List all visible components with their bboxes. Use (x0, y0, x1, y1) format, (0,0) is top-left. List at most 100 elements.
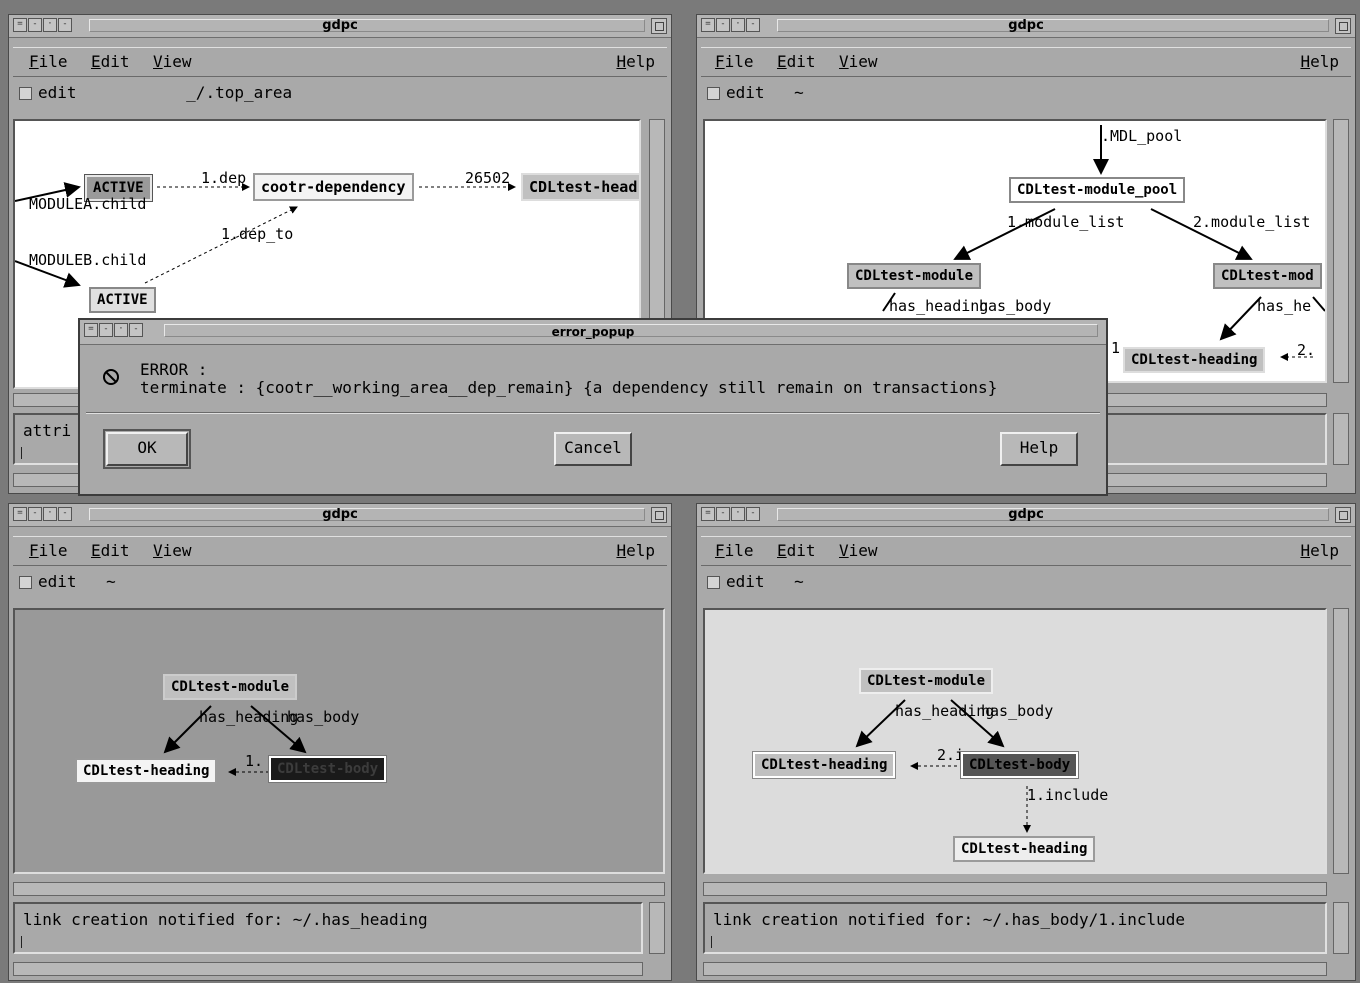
menu-help[interactable]: Help (616, 52, 655, 71)
graph-canvas[interactable]: CDLtest-module has_heading has_body CDLt… (13, 608, 665, 874)
help-button[interactable]: Help (1000, 432, 1078, 466)
menu-view[interactable]: View (153, 541, 192, 560)
dialog-title-bar[interactable]: = - · - error_popup (80, 320, 1106, 345)
vertical-scrollbar[interactable] (1333, 608, 1349, 874)
message-vertical-scrollbar[interactable] (1333, 902, 1349, 954)
message-vertical-scrollbar[interactable] (649, 902, 665, 954)
window-title: gdpc (322, 507, 358, 522)
window-title: gdpc (322, 18, 358, 33)
menu-bar: File Edit View Help (701, 47, 1351, 77)
title-bar[interactable]: = - · - gdpc (9, 504, 671, 527)
edit-label: edit (38, 572, 77, 591)
menu-bar: File Edit View Help (13, 47, 667, 77)
edit-row: edit ~ (707, 83, 804, 105)
menu-help[interactable]: Help (1300, 541, 1339, 560)
node-cdltest-body[interactable]: CDLtest-body (267, 755, 388, 783)
edit-checkbox[interactable] (707, 87, 720, 100)
message-scrollbar[interactable] (13, 962, 643, 976)
menu-edit[interactable]: Edit (777, 541, 816, 560)
error-heading: ERROR : (140, 360, 208, 379)
node-cdltest-module[interactable]: CDLtest-module (163, 674, 298, 700)
edge-label-has-heading: has_heading (895, 702, 995, 720)
horizontal-scrollbar[interactable] (703, 882, 1327, 896)
edit-checkbox[interactable] (19, 87, 32, 100)
menu-file[interactable]: File (29, 52, 68, 71)
maximize-button[interactable] (651, 18, 667, 34)
text-cursor (21, 447, 22, 459)
menu-edit[interactable]: Edit (777, 52, 816, 71)
message-area[interactable]: link creation notified for: ~/.has_body/… (703, 902, 1327, 954)
title-bar[interactable]: = - · - gdpc (697, 15, 1355, 38)
edge-layer (163, 705, 307, 776)
menu-help[interactable]: Help (1300, 52, 1339, 71)
error-message: terminate : {cootr__working_area__dep_re… (140, 378, 998, 397)
error-dialog: = - · - error_popup ERROR : terminate : … (78, 318, 1108, 496)
message-text: attri (23, 421, 72, 440)
edge-label-1: 1. (245, 752, 264, 770)
edit-checkbox[interactable] (707, 576, 720, 589)
menu-edit[interactable]: Edit (91, 541, 130, 560)
node-cdltest-heading[interactable]: CDLtest-heading (1123, 347, 1266, 373)
title-bar[interactable]: = - · - gdpc (9, 15, 671, 38)
edit-row: edit ~ (19, 572, 116, 594)
current-path: _/.top_area (186, 83, 293, 102)
edge-label-26502: 26502 (465, 169, 511, 187)
current-path: ~ (794, 572, 804, 591)
message-area[interactable]: link creation notified for: ~/.has_headi… (13, 902, 643, 954)
edge-label-mdl-pool: .MDL_pool (1101, 127, 1183, 145)
menu-file[interactable]: File (715, 52, 754, 71)
node-module-pool[interactable]: CDLtest-module_pool (1009, 177, 1186, 203)
menu-file[interactable]: File (29, 541, 68, 560)
window-bottom-right: = - · - gdpc File Edit View Help edit ~ … (696, 503, 1356, 981)
edit-label: edit (726, 83, 765, 102)
edge-label-module-list-1: 1.module_list (1007, 213, 1125, 231)
node-cdltest-module-1[interactable]: CDLtest-module (847, 263, 982, 289)
edge-label-dep: 1.dep (201, 169, 247, 187)
window-title: gdpc (1008, 507, 1044, 522)
error-icon (102, 368, 120, 386)
node-cdltest-head[interactable]: CDLtest-head (521, 173, 639, 201)
menu-bar: File Edit View Help (701, 536, 1351, 566)
node-cootr-dependency[interactable]: cootr-dependency (253, 173, 414, 201)
node-cdltest-module-2[interactable]: CDLtest-mod (1213, 263, 1322, 289)
edge-label-has-heading: has_heading (199, 708, 299, 726)
maximize-button[interactable] (1335, 18, 1351, 34)
menu-file[interactable]: File (715, 541, 754, 560)
message-scrollbar[interactable] (703, 962, 1327, 976)
title-bar[interactable]: = - · - gdpc (697, 504, 1355, 527)
cancel-button[interactable]: Cancel (554, 432, 632, 466)
node-cdltest-module[interactable]: CDLtest-module (859, 668, 994, 694)
node-cdltest-heading[interactable]: CDLtest-heading (75, 758, 218, 784)
node-cdltest-body[interactable]: CDLtest-body (959, 751, 1080, 779)
menu-view[interactable]: View (153, 52, 192, 71)
graph-canvas[interactable]: CDLtest-module has_heading has_body CDLt… (703, 608, 1327, 874)
menu-view[interactable]: View (839, 52, 878, 71)
vertical-scrollbar[interactable] (1333, 119, 1349, 383)
edge-label-modulea: MODULEA.child (29, 195, 147, 213)
node-cdltest-heading[interactable]: CDLtest-heading (751, 751, 897, 779)
edit-row: edit ~ (707, 572, 804, 594)
menu-help[interactable]: Help (616, 541, 655, 560)
text-cursor (711, 936, 712, 948)
message-text: link creation notified for: ~/.has_headi… (23, 910, 428, 929)
window-bottom-left: = - · - gdpc File Edit View Help edit ~ … (8, 503, 672, 981)
ok-button[interactable]: OK (103, 429, 191, 469)
maximize-button[interactable] (651, 507, 667, 523)
menu-edit[interactable]: Edit (91, 52, 130, 71)
edge-label-1: 1 (1111, 339, 1121, 357)
message-vertical-scrollbar[interactable] (1333, 413, 1349, 465)
node-active-2[interactable]: ACTIVE (89, 287, 156, 313)
edit-row: edit _/.top_area (19, 83, 292, 105)
edge-label-has-body: has_body (981, 702, 1054, 720)
text-cursor (21, 936, 22, 948)
message-text: link creation notified for: ~/.has_body/… (713, 910, 1186, 929)
horizontal-scrollbar[interactable] (13, 882, 665, 896)
menu-view[interactable]: View (839, 541, 878, 560)
edge-label-has-he: has_he (1257, 297, 1312, 315)
edit-checkbox[interactable] (19, 576, 32, 589)
dialog-title: error_popup (551, 325, 635, 339)
maximize-button[interactable] (1335, 507, 1351, 523)
window-title: gdpc (1008, 18, 1044, 33)
current-path: ~ (106, 572, 116, 591)
node-cdltest-heading-2[interactable]: CDLtest-heading (953, 836, 1096, 862)
